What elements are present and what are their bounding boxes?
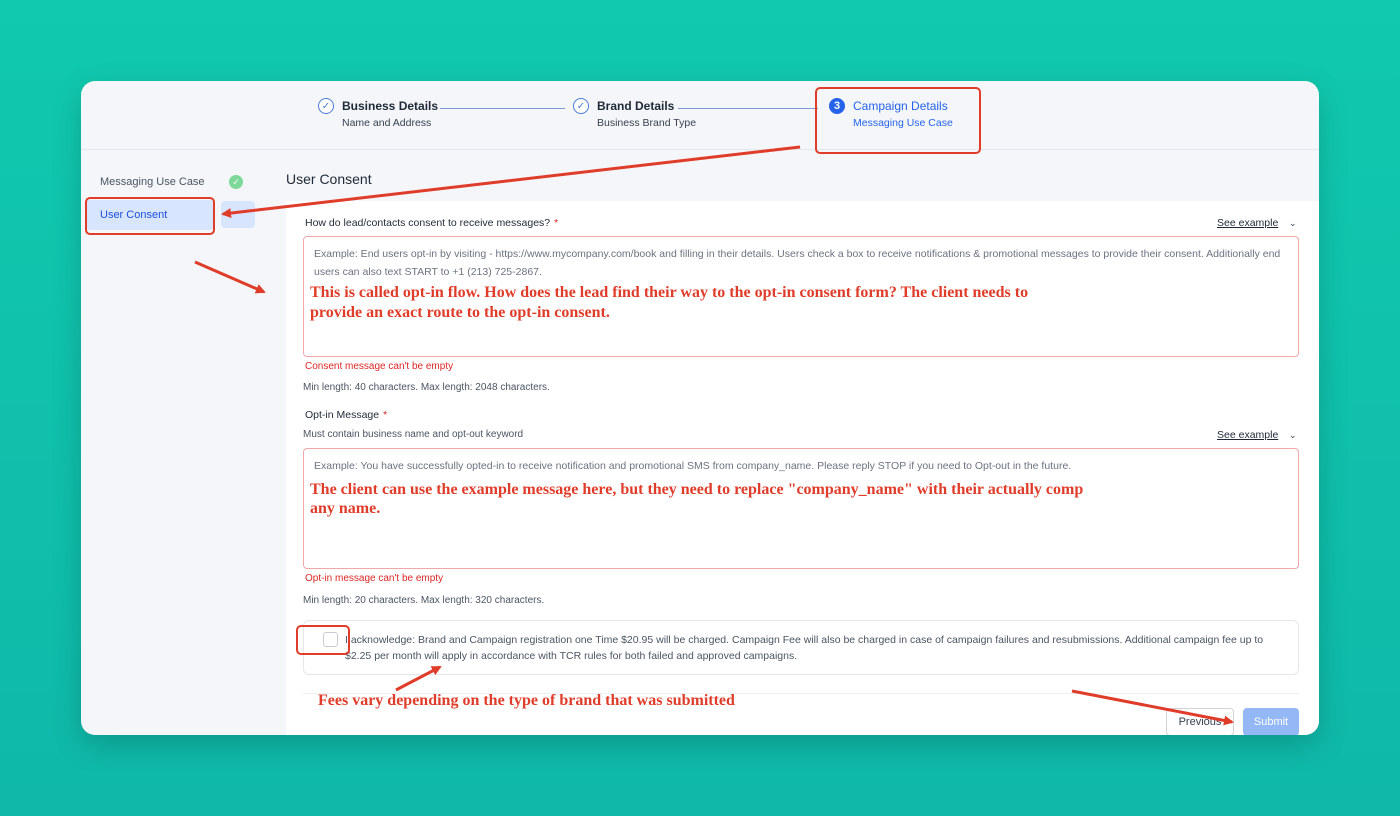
- highlight-checkbox: [296, 625, 350, 655]
- step-subtitle: Name and Address: [342, 117, 432, 129]
- step-subtitle: Business Brand Type: [597, 117, 697, 129]
- step-connector: [440, 108, 565, 109]
- consent-see-example-link[interactable]: See example: [1217, 217, 1278, 229]
- stepper: ✓ Business Details Name and Address ✓ Br…: [81, 81, 1319, 150]
- section-title: User Consent: [286, 171, 372, 187]
- previous-button[interactable]: Previous: [1166, 708, 1234, 735]
- main-form: How do lead/contacts consent to receive …: [286, 201, 1319, 735]
- annotation-fees: Fees vary depending on the type of brand…: [318, 692, 735, 709]
- highlight-campaign-step: [815, 87, 981, 154]
- sidebar-item-label: Messaging Use Case: [100, 176, 205, 188]
- step-title: Business Details: [342, 99, 439, 113]
- optin-label: Opt-in Message *: [305, 409, 387, 421]
- acknowledge-box: I acknowledge: Brand and Campaign regist…: [303, 620, 1299, 675]
- required-marker: *: [383, 409, 388, 421]
- annotation-consent-line1: This is called opt-in flow. How does the…: [310, 284, 1029, 301]
- check-icon: ✓: [229, 175, 243, 189]
- form-card: ✓ Business Details Name and Address ✓ Br…: [81, 81, 1319, 735]
- optin-sublabel: Must contain business name and opt-out k…: [303, 429, 524, 440]
- consent-length-hint: Min length: 40 characters. Max length: 2…: [303, 382, 550, 393]
- optin-label-text: Opt-in Message: [305, 409, 380, 421]
- step-title: Brand Details: [597, 99, 675, 113]
- highlight-user-consent: [85, 197, 215, 235]
- chevron-down-icon[interactable]: ⌄: [1289, 218, 1297, 229]
- annotation-optin-line1: The client can use the example message h…: [310, 481, 1084, 498]
- optin-see-example-link[interactable]: See example: [1217, 429, 1278, 441]
- submit-button[interactable]: Submit: [1243, 708, 1299, 735]
- optin-error: Opt-in message can't be empty: [305, 573, 444, 584]
- step-connector: [678, 108, 818, 109]
- required-marker: *: [554, 217, 559, 229]
- consent-error: Consent message can't be empty: [305, 361, 454, 372]
- optin-placeholder: Example: You have successfully opted-in …: [314, 460, 1072, 472]
- optin-textarea[interactable]: Example: You have successfully opted-in …: [303, 448, 1299, 569]
- annotation-consent-line2: provide an exact route to the opt-in con…: [310, 304, 610, 321]
- check-circle-icon: ✓: [318, 98, 334, 114]
- annotation-optin-line2: any name.: [310, 500, 381, 517]
- consent-label: How do lead/contacts consent to receive …: [305, 217, 558, 229]
- acknowledge-text: I acknowledge: Brand and Campaign regist…: [345, 634, 1264, 662]
- chevron-down-icon[interactable]: ⌄: [1289, 430, 1297, 441]
- consent-placeholder: Example: End users opt-in by visiting - …: [314, 248, 1281, 278]
- check-circle-icon: ✓: [573, 98, 589, 114]
- consent-label-text: How do lead/contacts consent to receive …: [305, 217, 551, 229]
- sidebar-item-handle: [221, 201, 255, 228]
- optin-length-hint: Min length: 20 characters. Max length: 3…: [303, 595, 545, 606]
